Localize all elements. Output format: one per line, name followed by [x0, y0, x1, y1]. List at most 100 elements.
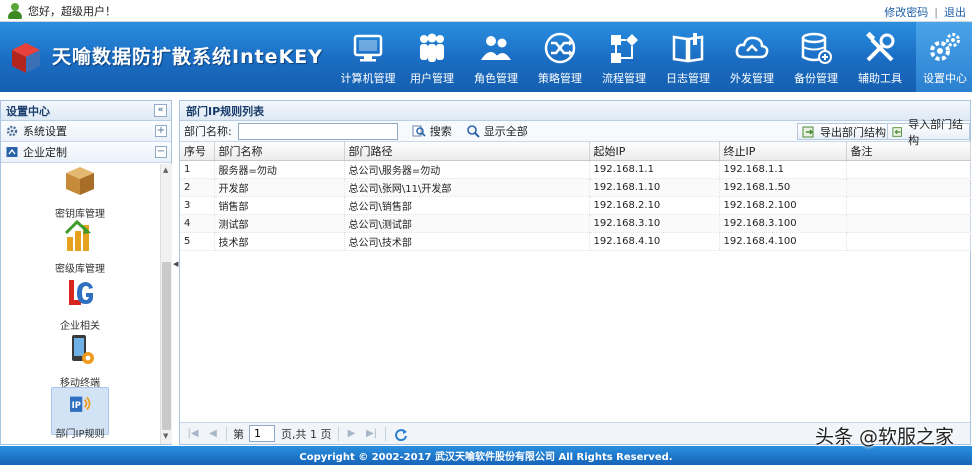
first-page-icon[interactable]: |◀ [186, 427, 200, 441]
nav-policy-management[interactable]: 策略管理 [528, 22, 592, 92]
top-user-bar: 您好，超级用户！ 修改密码 | 退出 [0, 0, 972, 22]
cell-dept-path: 总公司\技术部 [344, 232, 590, 251]
expand-toggle[interactable]: + [155, 125, 167, 137]
section-system-settings[interactable]: 系统设置 + [1, 121, 171, 142]
cell-start-ip: 192.168.3.10 [589, 214, 720, 233]
module-label: 部门IP规则 [55, 429, 105, 440]
pager-divider [226, 426, 227, 441]
cell-end-ip: 192.168.4.100 [719, 232, 847, 251]
change-password-link[interactable]: 修改密码 [884, 6, 928, 19]
cell-index: 1 [180, 160, 215, 179]
app-logo-icon [12, 43, 40, 73]
show-all-button-label: 显示全部 [483, 125, 528, 138]
refresh-icon[interactable] [394, 427, 408, 441]
pager-divider [384, 426, 386, 441]
cell-dept-path: 总公司\销售部 [344, 196, 590, 215]
cell-index: 3 [180, 196, 215, 215]
import-dept-structure-button[interactable]: 导入部门结构 [887, 118, 970, 147]
module-dept-ip-rule[interactable]: IP 部门IP规则 [51, 387, 109, 440]
cell-remark [846, 178, 971, 197]
nav-workflow-management[interactable]: 流程管理 [592, 22, 656, 92]
shuffle-icon [542, 30, 578, 66]
scroll-down-arrow-icon[interactable]: ▼ [163, 432, 168, 440]
link-separator: | [934, 6, 938, 19]
nav-computer-management[interactable]: 计算机管理 [336, 22, 400, 92]
monitor-icon [350, 30, 386, 66]
column-header-index[interactable]: 序号 [180, 142, 215, 161]
column-header-start-ip[interactable]: 起始IP [589, 142, 720, 161]
cell-end-ip: 192.168.1.1 [719, 160, 847, 179]
gears-icon [927, 30, 963, 66]
cell-dept-name: 服务器=勿动 [214, 160, 345, 179]
ip-rule-icon: IP [70, 396, 91, 412]
cell-end-ip: 192.168.1.50 [719, 178, 847, 197]
nav-label: 用户管理 [410, 72, 454, 85]
cell-dept-name: 测试部 [214, 214, 345, 233]
logout-link[interactable]: 退出 [944, 6, 966, 19]
cell-dept-path: 总公司\张网\11\开发部 [344, 178, 590, 197]
table-row[interactable]: 5 技术部 总公司\技术部 192.168.4.10 192.168.4.100 [180, 232, 971, 251]
module-key-library[interactable]: 密钥库管理 [51, 164, 109, 220]
cell-index: 5 [180, 232, 215, 251]
export-dept-structure-button[interactable]: 导出部门结构 [797, 123, 891, 140]
nav-label: 策略管理 [538, 72, 582, 85]
column-header-end-ip[interactable]: 终止IP [719, 142, 847, 161]
scrollbar-thumb[interactable] [162, 262, 171, 430]
nav-settings-center[interactable]: 设置中心 [916, 22, 972, 92]
cell-remark [846, 196, 971, 215]
watermark-text: 头条 @软服之家 [814, 426, 954, 448]
panel-splitter-handle[interactable]: ◀ [173, 260, 178, 280]
right-panel: 部门IP规则列表 部门名称: 搜索 显示全部 导出部门结构 导入部门结构 序号 … [179, 100, 971, 445]
section-enterprise-custom[interactable]: 企业定制 − [1, 142, 171, 163]
last-page-icon[interactable]: ▶| [365, 427, 379, 441]
cell-remark [846, 232, 971, 251]
search-button[interactable]: 搜索 [412, 123, 452, 139]
cell-start-ip: 192.168.1.10 [589, 178, 720, 197]
next-page-icon[interactable]: ▶ [345, 427, 359, 441]
left-panel-title: 设置中心 [6, 104, 50, 118]
table-row[interactable]: 3 销售部 总公司\销售部 192.168.2.10 192.168.2.100 [180, 196, 971, 215]
export-icon [802, 126, 814, 137]
enterprise-icon [6, 147, 18, 157]
nav-auxiliary-tools[interactable]: 辅助工具 [848, 22, 912, 92]
cell-start-ip: 192.168.4.10 [589, 232, 720, 251]
table-row[interactable]: 4 测试部 总公司\测试部 192.168.3.10 192.168.3.100 [180, 214, 971, 233]
left-panel: 设置中心 « 系统设置 + 企业定制 − 密钥库管理 密级库管理 企业相关 移动… [0, 100, 172, 445]
show-all-button[interactable]: 显示全部 [466, 123, 528, 139]
nav-label: 流程管理 [602, 72, 646, 85]
cloud-icon [734, 30, 770, 66]
right-panel-header: 部门IP规则列表 [180, 101, 970, 121]
page-total-label: 页,共 1 页 [281, 427, 332, 441]
cell-remark [846, 160, 971, 179]
section-label: 系统设置 [23, 125, 67, 138]
export-button-label: 导出部门结构 [820, 125, 886, 139]
dept-name-input[interactable] [237, 122, 398, 140]
nav-role-management[interactable]: 角色管理 [464, 22, 528, 92]
module-enterprise-related[interactable]: 企业相关 [51, 276, 109, 332]
column-header-dept-name[interactable]: 部门名称 [214, 142, 345, 161]
collapse-toggle[interactable]: − [155, 146, 167, 158]
nav-label: 外发管理 [730, 72, 774, 85]
cell-index: 2 [180, 178, 215, 197]
nav-user-management[interactable]: 用户管理 [400, 22, 464, 92]
page-number-input[interactable] [249, 425, 275, 442]
table-row[interactable]: 2 开发部 总公司\张网\11\开发部 192.168.1.10 192.168… [180, 178, 971, 197]
module-security-level-library[interactable]: 密级库管理 [51, 219, 109, 275]
table-header-row: 序号 部门名称 部门路径 起始IP 终止IP 备注 [180, 142, 971, 161]
book-icon [670, 30, 706, 66]
nav-outgoing-management[interactable]: 外发管理 [720, 22, 784, 92]
nav-label: 计算机管理 [340, 72, 396, 85]
prev-page-icon[interactable]: ◀ [206, 427, 220, 441]
collapse-panel-button[interactable]: « [154, 104, 167, 117]
nav-log-management[interactable]: 日志管理 [656, 22, 720, 92]
nav-backup-management[interactable]: 备份管理 [784, 22, 848, 92]
column-header-dept-path[interactable]: 部门路径 [344, 142, 590, 161]
cell-start-ip: 192.168.1.1 [589, 160, 720, 179]
module-list-scrollbar[interactable]: ▲ ▼ [160, 164, 172, 444]
mobile-device-icon [72, 335, 94, 364]
page-prefix-label: 第 [233, 427, 244, 441]
scroll-up-arrow-icon[interactable]: ▲ [163, 166, 168, 174]
module-mobile-terminal[interactable]: 移动终端 [51, 333, 109, 389]
dept-name-label: 部门名称: [184, 125, 232, 138]
table-row[interactable]: 1 服务器=勿动 总公司\服务器=勿动 192.168.1.1 192.168.… [180, 160, 971, 179]
